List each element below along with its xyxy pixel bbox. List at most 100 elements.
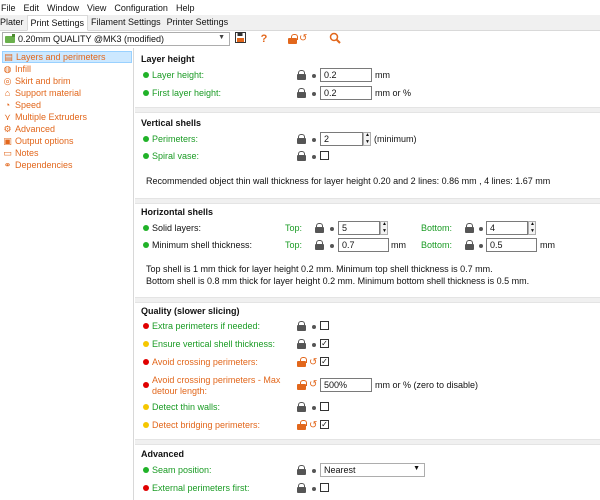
external-perimeters-label: External perimeters first: <box>152 483 250 493</box>
help-icon[interactable]: ? <box>257 32 271 46</box>
lock-icon[interactable] <box>315 240 324 250</box>
avoid-crossing-label: Avoid crossing perimeters: <box>152 357 258 367</box>
preset-dropdown[interactable]: 0.20mm QUALITY @MK3 (modified) ▼ <box>2 32 230 46</box>
sidebar-item-skirt[interactable]: ◎ Skirt and brim <box>2 75 132 87</box>
extra-perimeters-checkbox[interactable] <box>320 321 329 330</box>
tab-plater[interactable]: Plater <box>0 15 27 31</box>
sidebar-item-label: Infill <box>15 64 32 74</box>
sidebar-item-label: Support material <box>15 88 82 98</box>
chevron-down-icon: ▼ <box>413 465 420 472</box>
undo-arrow-icon[interactable]: ↺ <box>309 380 317 390</box>
menu-configuration[interactable]: Configuration <box>113 0 172 15</box>
menu-help[interactable]: Help <box>175 0 199 15</box>
max-detour-input[interactable]: 500% <box>320 378 372 392</box>
section-divider <box>135 107 600 113</box>
row-seam-position: Seam position: Nearest ▼ <box>135 463 600 479</box>
save-icon[interactable] <box>233 32 247 46</box>
open-lock-icon[interactable] <box>297 380 307 390</box>
perimeters-spinner[interactable] <box>363 132 371 146</box>
row-extra-perimeters: Extra perimeters if needed: <box>135 319 600 335</box>
undo-arrow-icon[interactable]: ↺ <box>309 358 317 368</box>
infill-icon: ◍ <box>3 63 12 74</box>
lock-icon[interactable] <box>297 465 306 475</box>
solid-bottom-input[interactable]: 4 <box>486 221 528 235</box>
tab-filament-settings[interactable]: Filament Settings <box>88 15 164 31</box>
avoid-crossing-checkbox[interactable]: ✓ <box>320 357 329 366</box>
external-perimeters-checkbox[interactable] <box>320 483 329 492</box>
menu-view[interactable]: View <box>86 0 110 15</box>
solid-top-input[interactable]: 5 <box>338 221 380 235</box>
solid-top-spinner[interactable] <box>380 221 388 235</box>
tab-printer-settings[interactable]: Printer Settings <box>164 15 232 31</box>
lock-undo-icon[interactable]: ↺ <box>286 32 310 46</box>
sidebar-item-advanced[interactable]: ⚙ Advanced <box>2 123 132 135</box>
sidebar-item-infill[interactable]: ◍ Infill <box>2 63 132 75</box>
lock-icon[interactable] <box>315 223 324 233</box>
row-solid-layers: Solid layers: Top: 5 Bottom: 4 <box>135 221 600 237</box>
top-shell-info: Top shell is 1 mm thick for layer height… <box>146 264 493 274</box>
speed-icon: ◔ <box>4 99 11 110</box>
lock-icon[interactable] <box>297 339 306 349</box>
menu-edit[interactable]: Edit <box>23 0 44 15</box>
status-dot <box>143 382 149 388</box>
preset-name: 0.20mm QUALITY @MK3 (modified) <box>18 34 165 44</box>
first-layer-height-input[interactable]: 0.2 <box>320 86 372 100</box>
sidebar-item-output[interactable]: ▣ Output options <box>2 135 132 147</box>
min-top-input[interactable]: 0.7 <box>338 238 389 252</box>
layer-height-label: Layer height: <box>152 70 205 80</box>
sidebar-item-label: Multiple Extruders <box>15 112 88 122</box>
bullet-icon <box>312 155 316 159</box>
notes-icon: ▭ <box>3 147 12 158</box>
lock-icon[interactable] <box>297 70 306 80</box>
row-spiral-vase: Spiral vase: <box>135 149 600 165</box>
unit-label: (minimum) <box>374 134 417 144</box>
search-icon[interactable] <box>328 32 342 46</box>
section-title-quality: Quality (slower slicing) <box>141 306 240 316</box>
bullet-icon <box>312 92 316 96</box>
lock-icon[interactable] <box>297 134 306 144</box>
lock-icon[interactable] <box>465 223 474 233</box>
undo-arrow-icon[interactable]: ↺ <box>309 421 317 431</box>
sidebar-item-notes[interactable]: ▭ Notes <box>2 147 132 159</box>
row-avoid-crossing: Avoid crossing perimeters: ↺ ✓ <box>135 355 600 371</box>
spiral-vase-checkbox[interactable] <box>320 151 329 160</box>
lock-icon[interactable] <box>297 151 306 161</box>
output-icon: ▣ <box>3 135 12 146</box>
seam-position-label: Seam position: <box>152 465 212 475</box>
detect-thin-walls-checkbox[interactable] <box>320 402 329 411</box>
menu-file[interactable]: File <box>0 0 20 15</box>
open-lock-icon <box>288 34 298 44</box>
tab-print-settings[interactable]: Print Settings <box>26 15 89 31</box>
skirt-icon: ◎ <box>3 75 12 86</box>
solid-layers-label: Solid layers: <box>152 223 202 233</box>
extra-perimeters-label: Extra perimeters if needed: <box>152 321 261 331</box>
seam-position-select[interactable]: Nearest ▼ <box>320 463 425 477</box>
lock-icon[interactable] <box>297 483 306 493</box>
lock-icon[interactable] <box>297 321 306 331</box>
ensure-vertical-label: Ensure vertical shell thickness: <box>152 339 276 349</box>
sidebar-item-support[interactable]: ⌂ Support material <box>2 87 132 99</box>
top-label: Top: <box>285 223 303 233</box>
open-lock-icon[interactable] <box>297 357 307 367</box>
min-bottom-input[interactable]: 0.5 <box>486 238 537 252</box>
lock-icon[interactable] <box>297 402 306 412</box>
bullet-icon <box>330 227 334 231</box>
bottom-label: Bottom: <box>421 223 453 233</box>
lock-icon[interactable] <box>465 240 474 250</box>
solid-bottom-spinner[interactable] <box>528 221 536 235</box>
perimeters-input[interactable]: 2 <box>320 132 363 146</box>
bullet-icon <box>312 469 316 473</box>
sidebar-item-layers[interactable]: ▤ Layers and perimeters <box>2 51 132 63</box>
detect-bridging-checkbox[interactable]: ✓ <box>320 420 329 429</box>
layer-height-input[interactable]: 0.2 <box>320 68 372 82</box>
sidebar-item-speed[interactable]: ◔ Speed <box>2 99 132 111</box>
section-title-layer-height: Layer height <box>141 54 195 64</box>
ensure-vertical-checkbox[interactable]: ✓ <box>320 339 329 348</box>
lock-icon[interactable] <box>297 88 306 98</box>
sidebar-item-dependencies[interactable]: ⚭ Dependencies <box>2 159 132 171</box>
sidebar-item-extruders[interactable]: ⋎ Multiple Extruders <box>2 111 132 123</box>
open-lock-icon[interactable] <box>297 420 307 430</box>
preset-flag-icon <box>5 34 15 43</box>
row-perimeters: Perimeters: 2 (minimum) <box>135 132 600 148</box>
menu-window[interactable]: Window <box>46 0 83 15</box>
